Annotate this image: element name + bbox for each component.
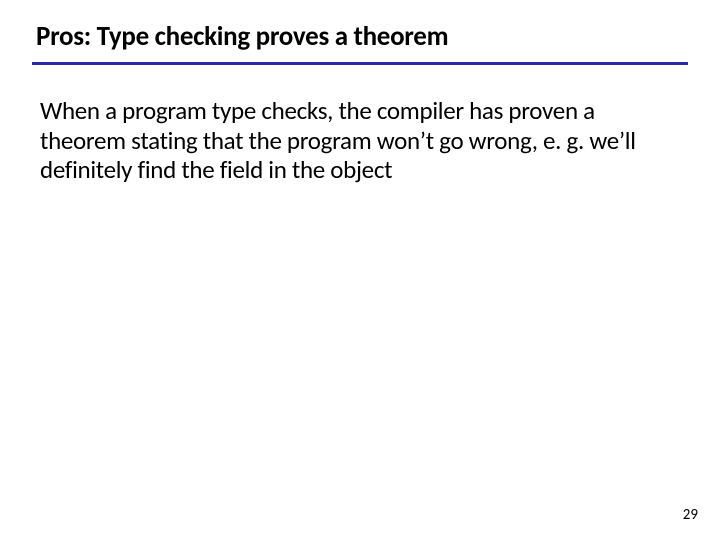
slide-title: Pros: Type checking proves a theorem — [36, 20, 684, 53]
slide: Pros: Type checking proves a theorem Whe… — [0, 0, 720, 540]
slide-body-text: When a program type checks, the compiler… — [40, 96, 680, 185]
page-number: 29 — [683, 506, 698, 524]
title-underline — [32, 62, 688, 65]
